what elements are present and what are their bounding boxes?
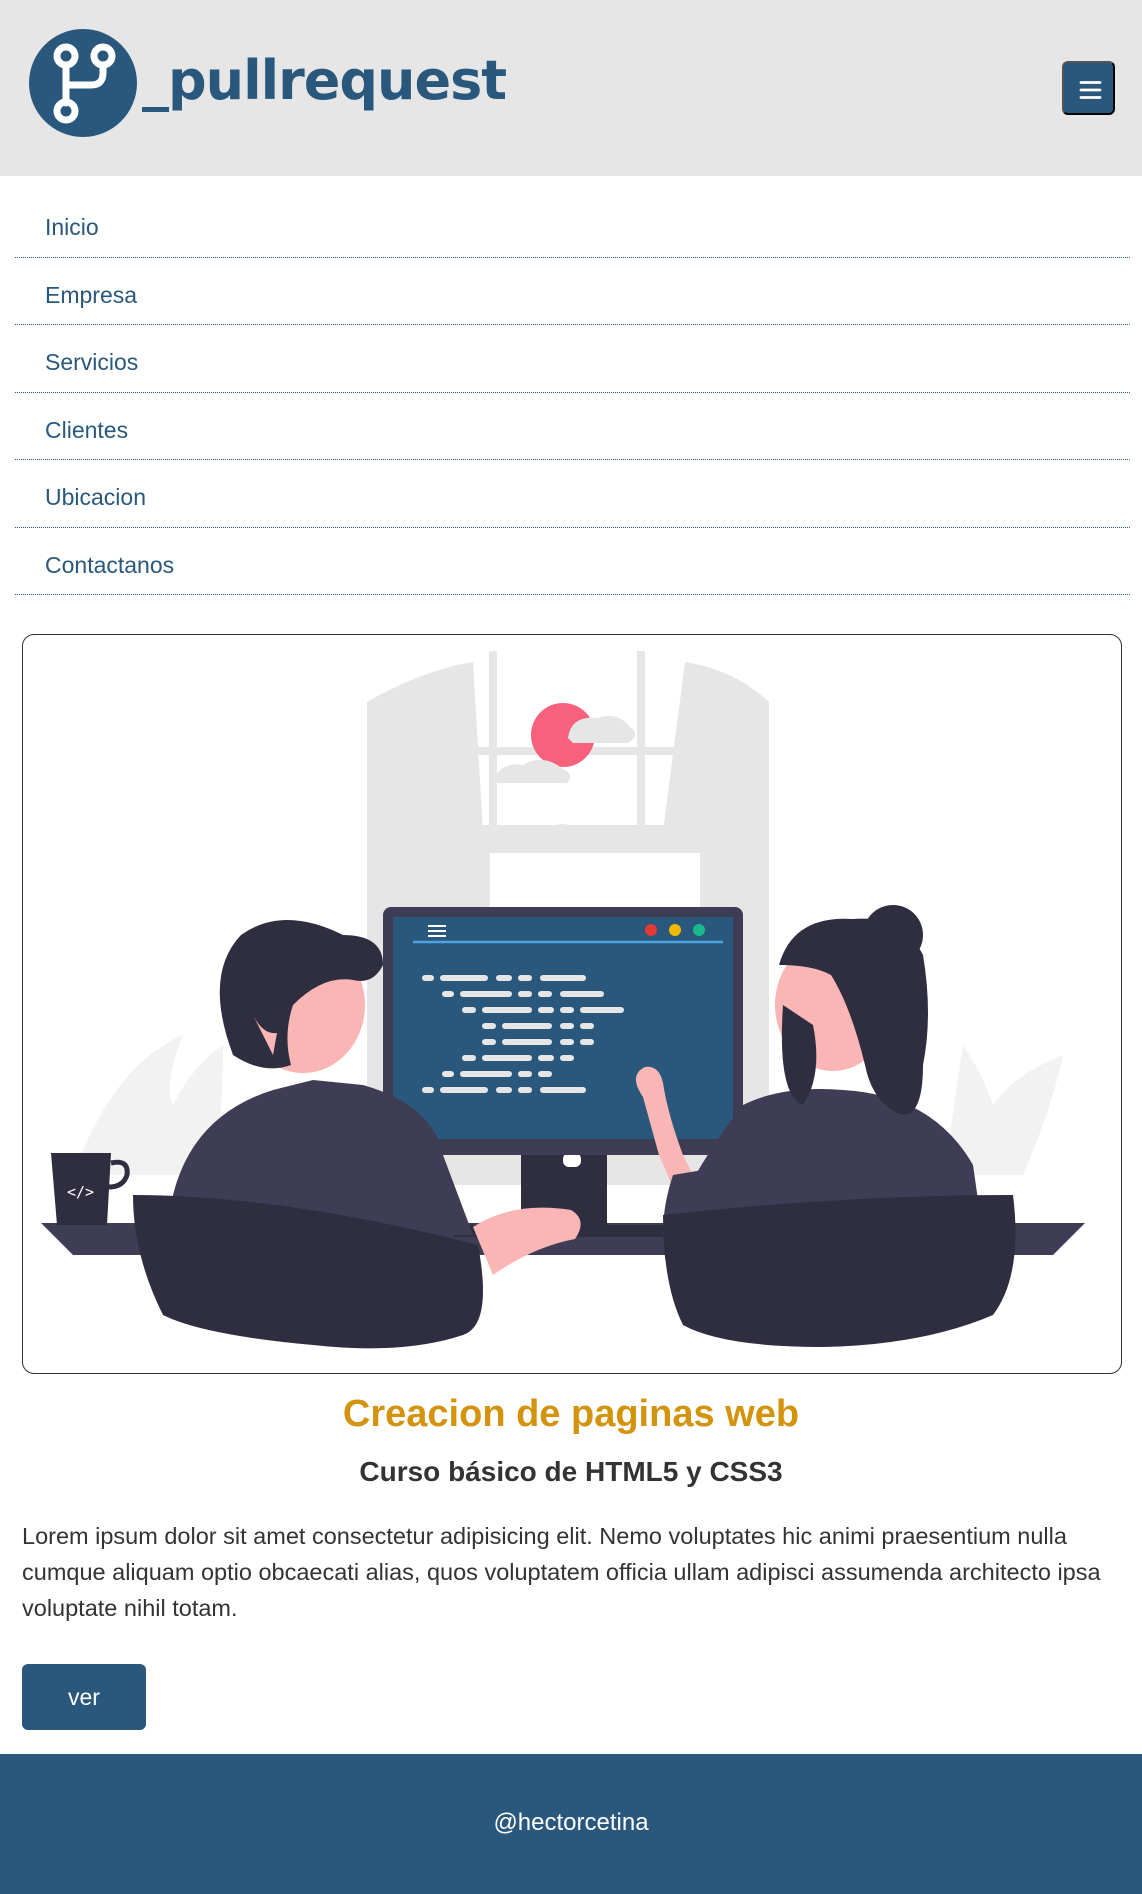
- footer-handle: @hectorcetina: [493, 1809, 649, 1836]
- section-paragraph: Lorem ipsum dolor sit amet consectetur a…: [22, 1523, 1101, 1621]
- nav-item-empresa[interactable]: Empresa: [15, 258, 1130, 325]
- nav-link[interactable]: Empresa: [45, 282, 137, 308]
- nav-item-ubicacion[interactable]: Ubicacion: [15, 460, 1130, 528]
- section-subtitle: Curso básico de HTML5 y CSS3: [359, 1456, 783, 1487]
- nav-link[interactable]: Servicios: [45, 349, 138, 375]
- nav-link[interactable]: Contactanos: [45, 552, 174, 578]
- hero-illustration: </>: [22, 634, 1122, 1374]
- nav-item-contactanos[interactable]: Contactanos: [15, 528, 1130, 595]
- section-title: Creacion de paginas web: [342, 1393, 800, 1435]
- nav-link[interactable]: Inicio: [45, 214, 99, 240]
- git-branch-icon[interactable]: [29, 29, 137, 137]
- ver-button[interactable]: ver: [22, 1664, 146, 1730]
- hamburger-icon: [1079, 81, 1102, 99]
- site-footer: @hectorcetina: [0, 1754, 1142, 1894]
- nav-item-inicio[interactable]: Inicio: [15, 190, 1130, 258]
- main-nav: Inicio Empresa Servicios Clientes Ubicac…: [15, 190, 1130, 595]
- svg-text:</>: </>: [67, 1183, 94, 1201]
- brand-name[interactable]: _pullrequest: [142, 46, 507, 116]
- nav-link[interactable]: Ubicacion: [45, 484, 146, 510]
- menu-button[interactable]: [1062, 61, 1115, 115]
- nav-link[interactable]: Clientes: [45, 417, 128, 443]
- nav-item-clientes[interactable]: Clientes: [15, 393, 1130, 460]
- site-header: _pullrequest: [0, 0, 1142, 176]
- nav-item-servicios[interactable]: Servicios: [15, 325, 1130, 393]
